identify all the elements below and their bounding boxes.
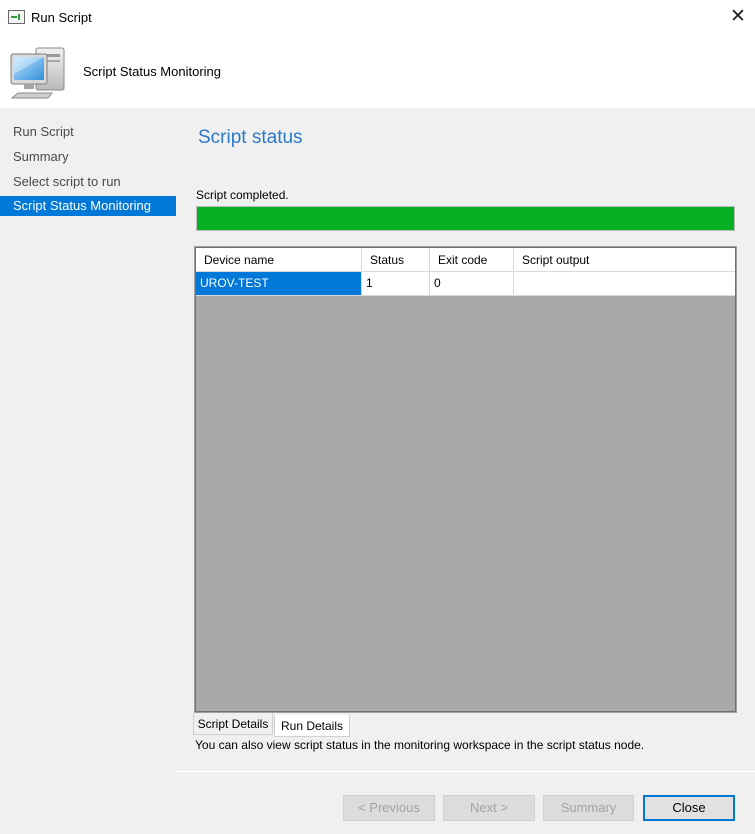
window-title: Run Script: [31, 10, 92, 25]
column-header-script-output[interactable]: Script output: [514, 248, 735, 272]
sidebar-item-summary[interactable]: Summary: [0, 147, 176, 167]
progress-bar-fill: [197, 207, 734, 230]
grid-header: Device name Status Exit code Script outp…: [196, 248, 735, 272]
wizard-sidebar: Run Script Summary Select script to run …: [0, 108, 176, 834]
header-title: Script Status Monitoring: [83, 64, 222, 79]
column-header-status[interactable]: Status: [362, 248, 430, 272]
results-grid[interactable]: Device name Status Exit code Script outp…: [194, 246, 737, 713]
status-text: Script completed.: [196, 188, 289, 202]
cell-script-output[interactable]: [514, 272, 735, 295]
column-header-exit-code[interactable]: Exit code: [430, 248, 514, 272]
computer-icon: [10, 47, 65, 99]
run-script-app-icon: [8, 10, 25, 24]
tab-script-details[interactable]: Script Details: [193, 713, 273, 735]
next-button[interactable]: Next >: [443, 795, 535, 821]
progress-bar: [196, 206, 735, 231]
sidebar-item-run-script[interactable]: Run Script: [0, 122, 176, 142]
cell-status[interactable]: 1: [362, 272, 430, 295]
close-icon[interactable]: ✕: [727, 6, 749, 28]
close-button[interactable]: Close: [643, 795, 735, 821]
sidebar-item-script-status-monitoring[interactable]: Script Status Monitoring: [0, 196, 176, 216]
previous-button[interactable]: < Previous: [343, 795, 435, 821]
footnote-text: You can also view script status in the m…: [195, 738, 645, 752]
sidebar-item-select-script[interactable]: Select script to run: [0, 172, 176, 192]
page-title: Script status: [198, 127, 303, 148]
cell-device-name[interactable]: UROV-TEST: [196, 272, 362, 295]
tab-run-details[interactable]: Run Details: [274, 715, 350, 737]
column-header-device-name[interactable]: Device name: [196, 248, 362, 272]
table-row[interactable]: UROV-TEST 1 0: [196, 272, 735, 296]
main-content: Script status Script completed. Device n…: [176, 108, 755, 772]
summary-button[interactable]: Summary: [543, 795, 634, 821]
cell-exit-code[interactable]: 0: [430, 272, 514, 295]
wizard-header: Script Status Monitoring: [0, 36, 755, 108]
wizard-footer: < Previous Next > Summary Close: [176, 772, 755, 834]
title-bar: Run Script ✕: [0, 0, 755, 36]
